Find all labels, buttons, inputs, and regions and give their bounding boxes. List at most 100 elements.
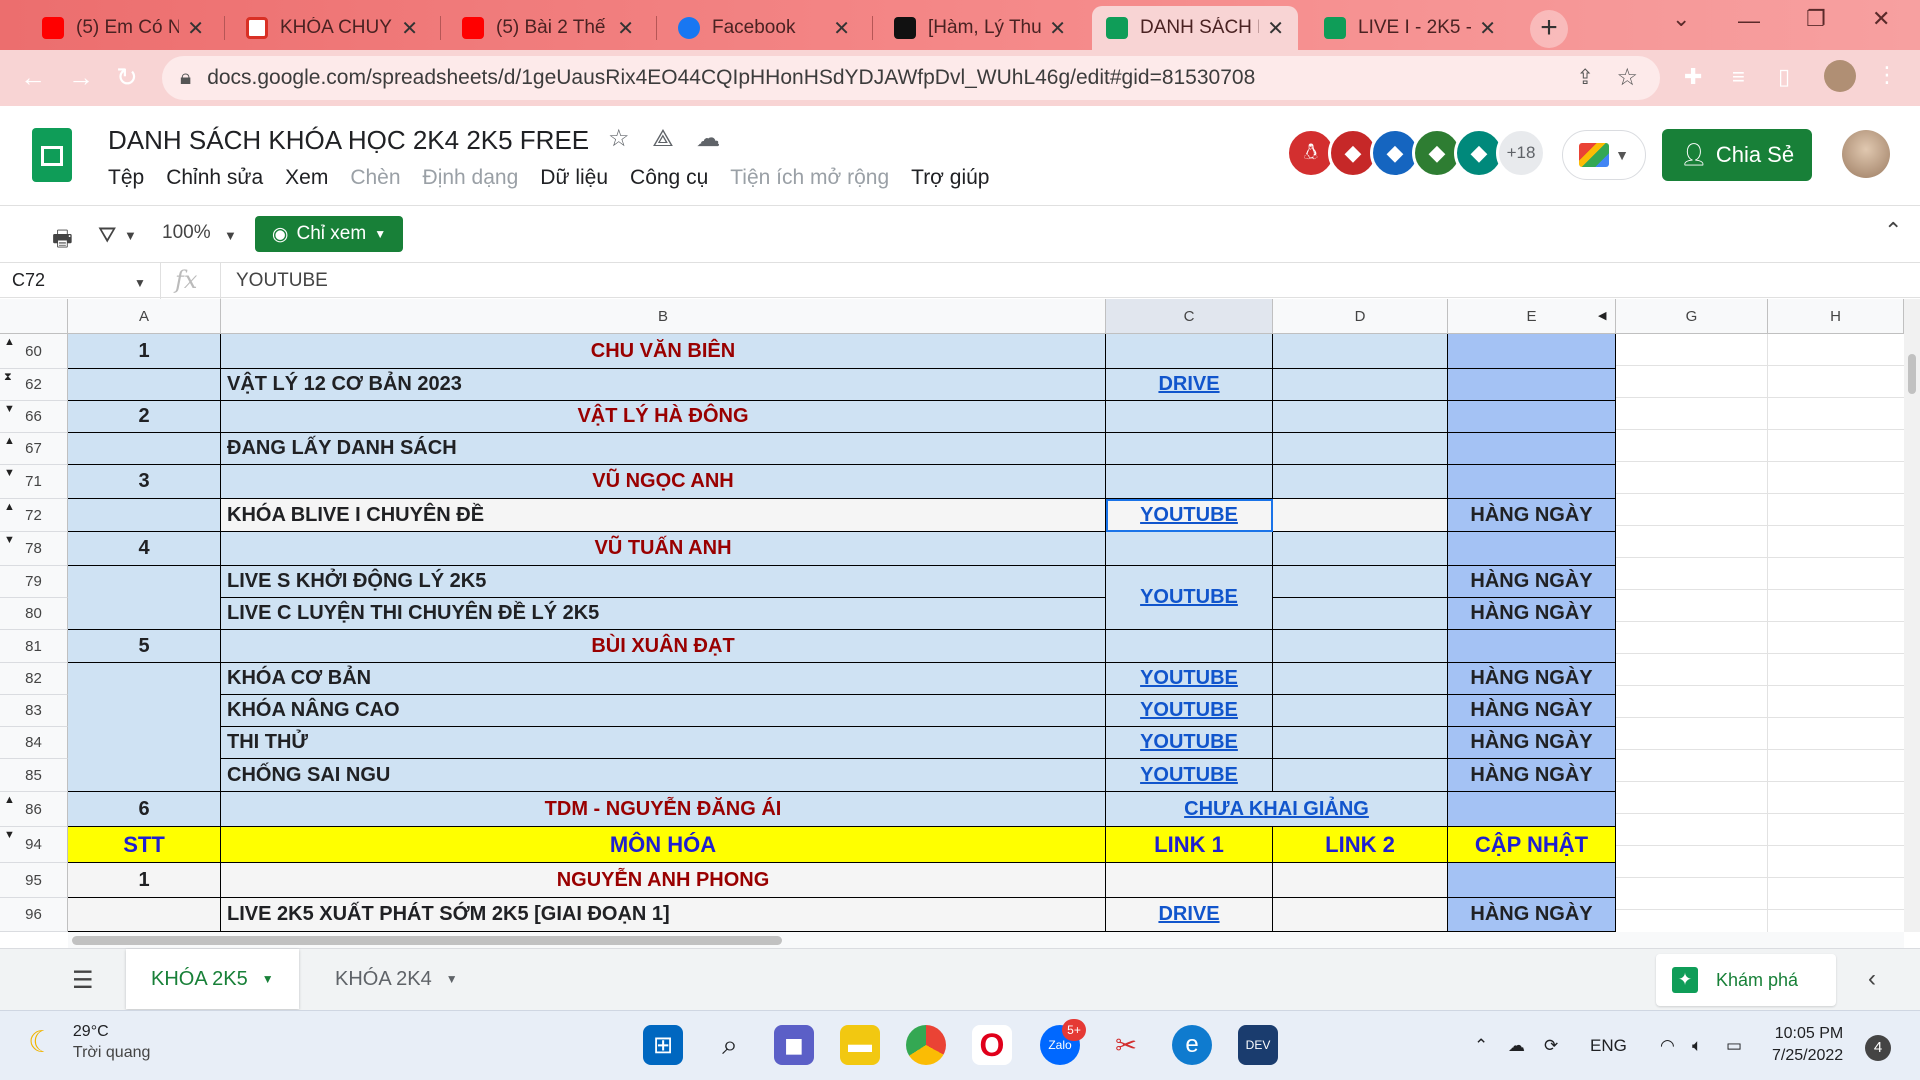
clock[interactable]: 10:05 PM 7/25/2022 [1772, 1023, 1843, 1067]
cloud-status-icon[interactable]: ☁ [696, 125, 720, 152]
browser-tab-2[interactable]: KHÓA CHUYÊN ✕ [232, 6, 432, 50]
cell-update[interactable] [1448, 433, 1616, 465]
cell-update[interactable]: HÀNG NGÀY [1448, 695, 1616, 727]
column-header-b[interactable]: B [221, 299, 1106, 334]
drive-move-icon[interactable]: ⟁ [652, 125, 673, 152]
cell-link2[interactable] [1273, 369, 1448, 401]
cell-update[interactable]: HÀNG NGÀY [1448, 598, 1616, 630]
column-header-h[interactable]: H [1768, 299, 1904, 334]
view-only-button[interactable]: ◉ Chỉ xem ▼ [255, 216, 403, 252]
cell-teacher-name[interactable]: VŨ TUẤN ANH [221, 532, 1106, 566]
reload-icon[interactable]: ↻ [116, 62, 138, 93]
row-header[interactable]: 84 [0, 727, 68, 759]
cell-link1[interactable] [1106, 433, 1273, 465]
cell-teacher-name[interactable]: NGUYỄN ANH PHONG [221, 863, 1106, 898]
notification-count[interactable]: 4 [1865, 1035, 1891, 1061]
weather-widget[interactable]: ☾ 29°C Trời quang [28, 1023, 150, 1062]
close-icon[interactable]: ✕ [617, 16, 634, 41]
cell-link1-drive[interactable]: DRIVE [1106, 898, 1273, 932]
kebab-menu-icon[interactable]: ⋮ [1876, 62, 1898, 88]
close-icon[interactable]: ✕ [187, 16, 204, 41]
row-header[interactable]: 80 [0, 598, 68, 630]
address-bar[interactable]: 🔒︎ docs.google.com/spreadsheets/d/1geUau… [162, 56, 1660, 100]
browser-tab-1[interactable]: (5) Em Có Nghe ✕ [28, 6, 218, 50]
filter-icon[interactable]: ⛛ [98, 222, 116, 248]
menu-data[interactable]: Dữ liệu [540, 166, 608, 190]
print-icon[interactable]: 🖶︎ [52, 222, 73, 260]
select-all-corner[interactable] [0, 299, 68, 334]
cell-stt[interactable]: 2 [68, 401, 221, 433]
row-header[interactable]: ▼ 78 [0, 532, 68, 566]
chevron-down-icon[interactable]: ▼ [262, 972, 274, 986]
header-link1[interactable]: LINK 1 [1106, 827, 1273, 863]
dev-cpp-icon[interactable]: DEV [1238, 1025, 1278, 1065]
star-icon[interactable]: ☆ [608, 125, 630, 152]
cell-link1[interactable] [1106, 630, 1273, 663]
cell-link2[interactable] [1273, 401, 1448, 433]
cell-course-name[interactable]: ĐANG LẤY DANH SÁCH [221, 433, 1106, 465]
group-toggle-icon[interactable]: ▲ [4, 501, 15, 513]
side-panel-icon[interactable]: ▯ [1778, 64, 1790, 90]
cell-link2[interactable] [1273, 499, 1448, 532]
cell-update[interactable] [1448, 334, 1616, 369]
browser-tab-3[interactable]: (5) Bài 2 Thế T ✕ [448, 6, 648, 50]
cell-link2[interactable] [1273, 727, 1448, 759]
cell-teacher-name[interactable]: BÙI XUÂN ĐẠT [221, 630, 1106, 663]
cell-update[interactable] [1448, 792, 1616, 827]
sync-icon[interactable]: ⟳ [1544, 1036, 1558, 1056]
row-header[interactable]: ▲ 72 [0, 499, 68, 532]
cell-teacher-name[interactable]: CHU VĂN BIÊN [221, 334, 1106, 369]
cell-update[interactable] [1448, 532, 1616, 566]
cell-update[interactable] [1448, 465, 1616, 499]
formula-input[interactable]: YOUTUBE [236, 270, 328, 292]
cell-link1-youtube[interactable]: YOUTUBE [1106, 663, 1273, 695]
onedrive-icon[interactable]: ☁ [1508, 1036, 1525, 1056]
teams-chat-icon[interactable]: ◼ [774, 1025, 814, 1065]
cell-link2[interactable] [1273, 334, 1448, 369]
menu-file[interactable]: Tệp [108, 166, 144, 190]
language-indicator[interactable]: ENG [1590, 1036, 1627, 1056]
row-header[interactable]: ▼ 71 [0, 465, 68, 499]
account-avatar[interactable] [1842, 130, 1890, 178]
cell-teacher-name[interactable]: VŨ NGỌC ANH [221, 465, 1106, 499]
cell-course-name[interactable]: KHÓA BLIVE I CHUYÊN ĐỀ [221, 499, 1106, 532]
cell-link2[interactable] [1273, 598, 1448, 630]
header-subject-chemistry[interactable]: MÔN HÓA [221, 827, 1106, 863]
cell-link2[interactable] [1273, 898, 1448, 932]
minimize-button[interactable]: — [1738, 8, 1760, 34]
cell-update[interactable]: HÀNG NGÀY [1448, 663, 1616, 695]
cell-stt[interactable] [68, 898, 221, 932]
cell-course-name[interactable]: LIVE S KHỞI ĐỘNG LÝ 2K5 [221, 566, 1106, 598]
cell-update[interactable]: HÀNG NGÀY [1448, 499, 1616, 532]
row-header[interactable]: 81 [0, 630, 68, 663]
edge-icon[interactable]: e [1172, 1025, 1212, 1065]
row-header[interactable]: ▼ 94 [0, 827, 68, 863]
bookmark-star-icon[interactable]: ☆ [1616, 63, 1638, 92]
row-header[interactable]: 96 [0, 898, 68, 932]
close-icon[interactable]: ✕ [1049, 16, 1066, 41]
document-title[interactable]: DANH SÁCH KHÓA HỌC 2K4 2K5 FREE [108, 125, 589, 156]
cell-update[interactable]: HÀNG NGÀY [1448, 727, 1616, 759]
cell-link2[interactable] [1273, 465, 1448, 499]
meet-button[interactable]: ▼ [1562, 130, 1646, 180]
menu-insert[interactable]: Chèn [350, 166, 400, 190]
forward-button[interactable]: → [68, 62, 94, 93]
name-box[interactable]: C72 [12, 270, 142, 291]
row-header[interactable]: 95 [0, 863, 68, 898]
cell-stt[interactable] [68, 499, 221, 532]
cell-link2[interactable] [1273, 695, 1448, 727]
sheets-logo[interactable] [32, 128, 72, 182]
column-header-a[interactable]: A [68, 299, 221, 334]
cell-course-name[interactable]: VẬT LÝ 12 CƠ BẢN 2023 [221, 369, 1106, 401]
start-windows-icon[interactable]: ⊞ [643, 1025, 683, 1065]
cell-link2[interactable] [1273, 663, 1448, 695]
cell-link2[interactable] [1273, 433, 1448, 465]
group-toggle-icon[interactable]: ▲ [4, 794, 15, 806]
chrome-icon[interactable] [906, 1025, 946, 1065]
cell-link1-youtube-selected[interactable]: YOUTUBE [1106, 499, 1273, 532]
snipping-tool-icon[interactable]: ✂ [1106, 1025, 1146, 1065]
menu-format[interactable]: Định dạng [423, 166, 519, 190]
cell-link2[interactable] [1273, 630, 1448, 663]
column-header-g[interactable]: G [1616, 299, 1768, 334]
back-button[interactable]: ← [20, 62, 46, 93]
